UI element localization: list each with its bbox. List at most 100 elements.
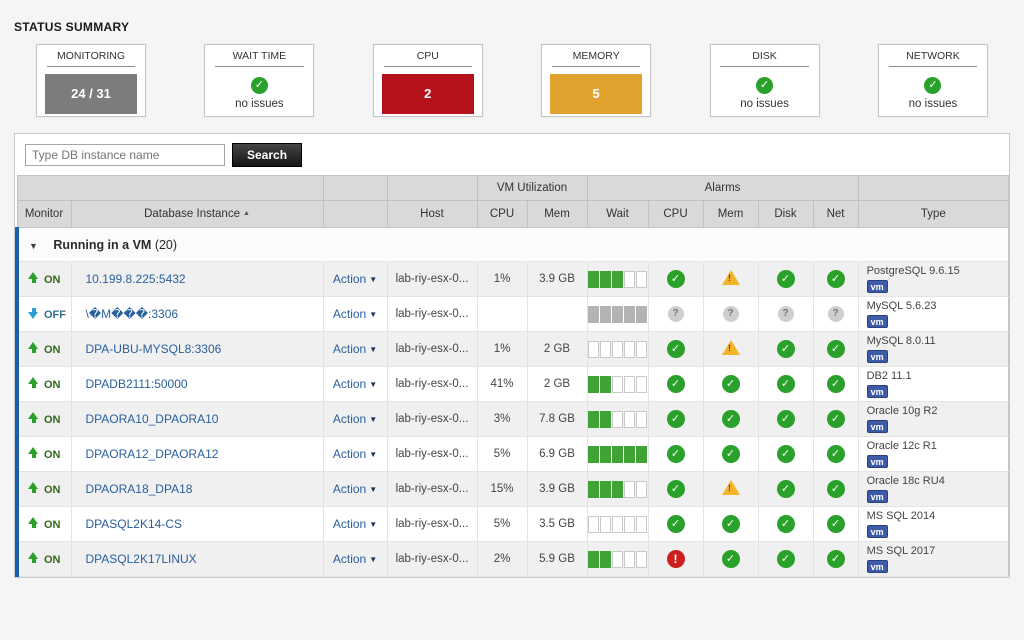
group-header-blank xyxy=(323,176,387,201)
action-dropdown[interactable]: Action▼ xyxy=(333,412,377,426)
alarm-disk-cell[interactable] xyxy=(758,472,813,507)
alarm-cpu-cell[interactable] xyxy=(648,367,703,402)
monitor-cell[interactable]: ON xyxy=(17,437,71,472)
alarm-ok-icon xyxy=(827,515,845,533)
alarm-cpu-cell[interactable] xyxy=(648,262,703,297)
alarm-net-cell[interactable] xyxy=(813,437,858,472)
table-group-header-row: VM Utilization Alarms xyxy=(17,176,1009,201)
alarm-disk-cell[interactable] xyxy=(758,262,813,297)
search-input[interactable] xyxy=(25,144,225,166)
alarm-cpu-cell[interactable] xyxy=(648,542,703,577)
action-dropdown[interactable]: Action▼ xyxy=(333,482,377,496)
wait-bar[interactable] xyxy=(588,376,647,393)
instance-link[interactable]: DPADB2111:50000 xyxy=(86,377,188,391)
wait-bar[interactable] xyxy=(588,481,647,498)
instance-link[interactable]: \�M���:3306 xyxy=(86,307,179,321)
instance-link[interactable]: 10.199.8.225:5432 xyxy=(86,272,186,286)
alarm-cpu-cell[interactable] xyxy=(648,507,703,542)
alarm-mem-cell[interactable] xyxy=(703,437,758,472)
alarm-disk-cell[interactable] xyxy=(758,437,813,472)
wait-bar[interactable] xyxy=(588,411,647,428)
instance-link[interactable]: DPAORA12_DPAORA12 xyxy=(86,447,219,461)
alarm-net-cell[interactable] xyxy=(813,507,858,542)
monitor-status-label: ON xyxy=(44,484,61,496)
instance-link[interactable]: DPA-UBU-MYSQL8:3306 xyxy=(86,342,222,356)
alarm-cpu-cell[interactable] xyxy=(648,297,703,332)
alarm-net-cell[interactable] xyxy=(813,472,858,507)
wait-bar[interactable] xyxy=(588,306,647,323)
alarm-net-cell[interactable] xyxy=(813,262,858,297)
wait-bar[interactable] xyxy=(588,341,647,358)
alarm-disk-cell[interactable] xyxy=(758,402,813,437)
col-vm-mem[interactable]: Mem xyxy=(527,201,587,228)
monitor-cell[interactable]: ON xyxy=(17,332,71,367)
alarm-cpu-cell[interactable] xyxy=(648,437,703,472)
action-dropdown[interactable]: Action▼ xyxy=(333,342,377,356)
alarm-mem-cell[interactable] xyxy=(703,367,758,402)
collapse-caret-icon[interactable]: ▼ xyxy=(29,241,38,251)
monitor-cell[interactable]: OFF xyxy=(17,297,71,332)
col-monitor[interactable]: Monitor xyxy=(17,201,71,228)
alarm-mem-cell[interactable] xyxy=(703,297,758,332)
col-type[interactable]: Type xyxy=(858,201,1008,228)
monitor-cell[interactable]: ON xyxy=(17,402,71,437)
col-alarm-cpu[interactable]: CPU xyxy=(648,201,703,228)
col-vm-cpu[interactable]: CPU xyxy=(477,201,527,228)
card-title: WAIT TIME xyxy=(205,50,313,66)
col-alarm-wait[interactable]: Wait xyxy=(587,201,648,228)
group-row-running-in-vm[interactable]: ▼ Running in a VM (20) xyxy=(17,228,1009,262)
alarm-mem-cell[interactable] xyxy=(703,507,758,542)
wait-bar[interactable] xyxy=(588,516,647,533)
wait-bar[interactable] xyxy=(588,551,647,568)
wait-bar-segment xyxy=(600,516,611,533)
status-card[interactable]: NETWORK ✓no issues xyxy=(878,44,988,117)
alarm-disk-cell[interactable] xyxy=(758,542,813,577)
action-dropdown[interactable]: Action▼ xyxy=(333,447,377,461)
action-dropdown[interactable]: Action▼ xyxy=(333,377,377,391)
alarm-mem-cell[interactable] xyxy=(703,542,758,577)
col-host[interactable]: Host xyxy=(387,201,477,228)
monitor-cell[interactable]: ON xyxy=(17,472,71,507)
monitor-cell[interactable]: ON xyxy=(17,542,71,577)
alarm-net-cell[interactable] xyxy=(813,402,858,437)
instance-link[interactable]: DPAORA10_DPAORA10 xyxy=(86,412,219,426)
status-card[interactable]: WAIT TIME ✓no issues xyxy=(204,44,314,117)
monitor-cell[interactable]: ON xyxy=(17,507,71,542)
action-dropdown[interactable]: Action▼ xyxy=(333,552,377,566)
status-card[interactable]: CPU 2 xyxy=(373,44,483,117)
action-dropdown[interactable]: Action▼ xyxy=(333,517,377,531)
alarm-net-cell[interactable] xyxy=(813,332,858,367)
monitor-cell[interactable]: ON xyxy=(17,262,71,297)
alarm-net-cell[interactable] xyxy=(813,367,858,402)
wait-bar[interactable] xyxy=(588,271,647,288)
wait-bar[interactable] xyxy=(588,446,647,463)
instance-link[interactable]: DPASQL2K17LINUX xyxy=(86,552,197,566)
alarm-cpu-cell[interactable] xyxy=(648,402,703,437)
col-alarm-net[interactable]: Net xyxy=(813,201,858,228)
status-card[interactable]: MONITORING 24 / 31 xyxy=(36,44,146,117)
alarm-cpu-cell[interactable] xyxy=(648,472,703,507)
status-card[interactable]: MEMORY 5 xyxy=(541,44,651,117)
action-dropdown[interactable]: Action▼ xyxy=(333,272,377,286)
alarm-net-cell[interactable] xyxy=(813,542,858,577)
alarm-disk-cell[interactable] xyxy=(758,297,813,332)
col-alarm-disk[interactable]: Disk xyxy=(758,201,813,228)
alarm-disk-cell[interactable] xyxy=(758,332,813,367)
action-dropdown[interactable]: Action▼ xyxy=(333,307,377,321)
col-alarm-mem[interactable]: Mem xyxy=(703,201,758,228)
instance-link[interactable]: DPASQL2K14-CS xyxy=(86,517,183,531)
alarm-cpu-cell[interactable] xyxy=(648,332,703,367)
alarm-mem-cell[interactable] xyxy=(703,402,758,437)
alarm-mem-cell[interactable] xyxy=(703,472,758,507)
alarm-mem-cell[interactable] xyxy=(703,262,758,297)
card-divider xyxy=(384,66,473,67)
status-card[interactable]: DISK ✓no issues xyxy=(710,44,820,117)
search-button[interactable]: Search xyxy=(232,143,302,167)
col-database-instance[interactable]: Database Instance▲ xyxy=(71,201,323,228)
monitor-cell[interactable]: ON xyxy=(17,367,71,402)
alarm-mem-cell[interactable] xyxy=(703,332,758,367)
alarm-disk-cell[interactable] xyxy=(758,507,813,542)
alarm-disk-cell[interactable] xyxy=(758,367,813,402)
instance-link[interactable]: DPAORA18_DPA18 xyxy=(86,482,193,496)
alarm-net-cell[interactable] xyxy=(813,297,858,332)
